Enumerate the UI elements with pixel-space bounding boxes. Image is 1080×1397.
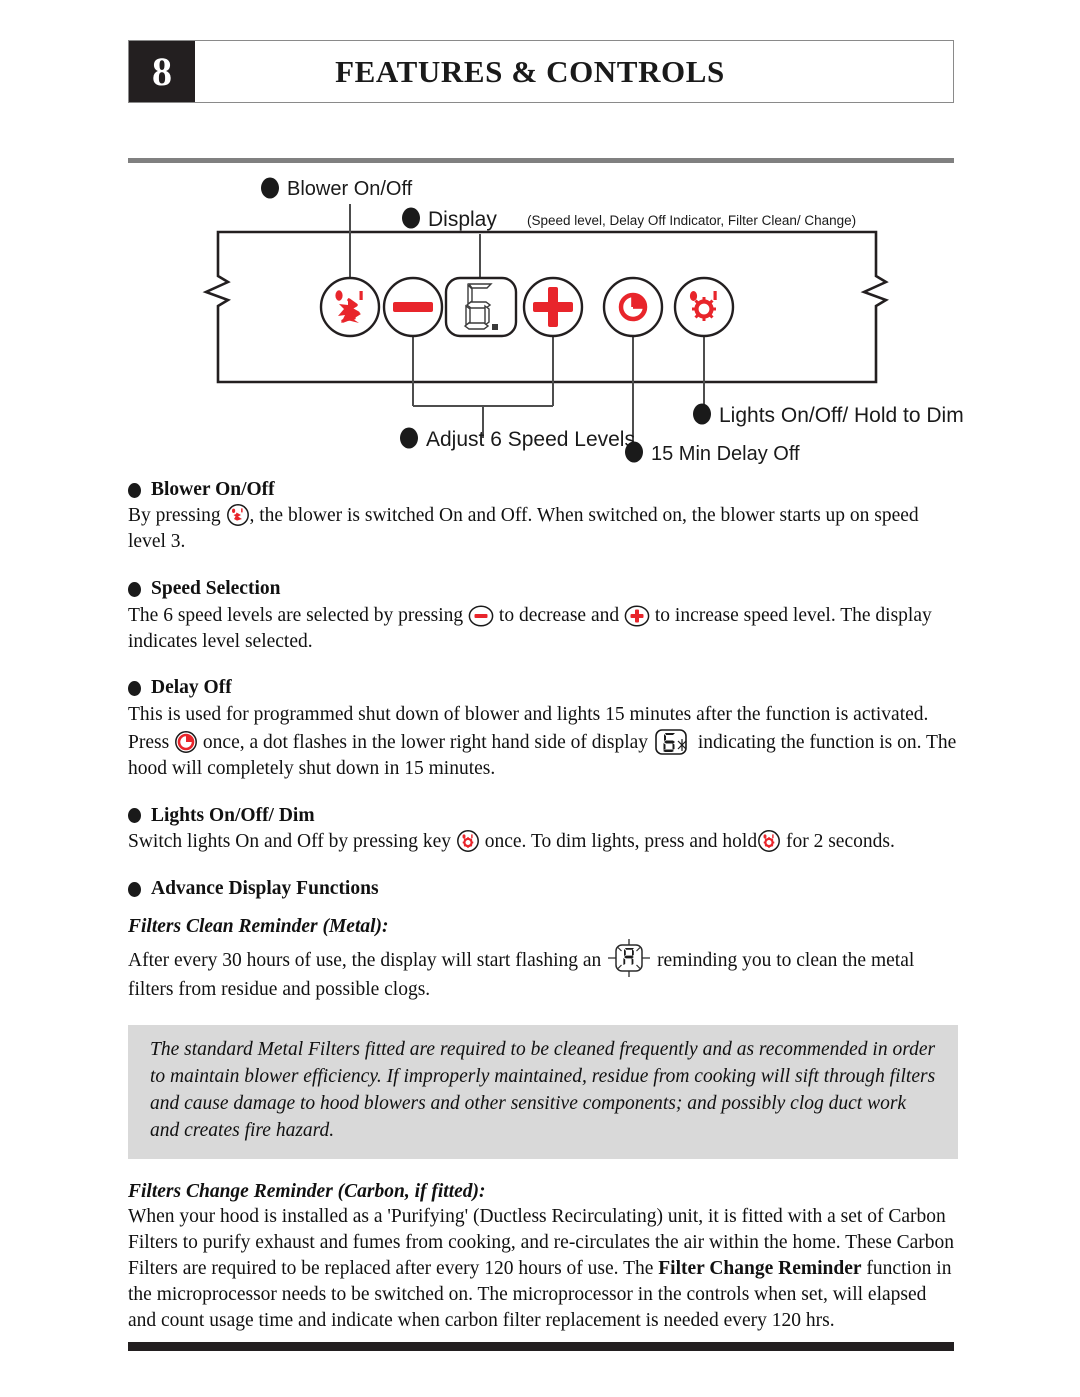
- display-dot: [492, 324, 498, 330]
- filter-clean-display-icon: [606, 939, 652, 978]
- section-heading-text: Speed Selection: [151, 578, 281, 600]
- callout-bullet-display: [402, 207, 420, 229]
- page-title: FEATURES & CONTROLS: [335, 54, 725, 89]
- bullet-icon: [128, 808, 141, 824]
- text-fragment: Switch lights On and Off by pressing key: [128, 831, 456, 853]
- section-heading-text: Advance Display Functions: [151, 877, 379, 899]
- section-heading-delay: Delay Off: [128, 676, 958, 700]
- text-fragment: for 2 seconds.: [781, 831, 895, 853]
- light-icon: [456, 829, 480, 853]
- display: [444, 276, 518, 338]
- section-body-blower: By pressing , the blower is switched On …: [128, 503, 958, 555]
- section-body-filters-change: When your hood is installed as a 'Purify…: [128, 1204, 958, 1334]
- section-heading-text: Lights On/Off/ Dim: [151, 804, 315, 826]
- blower-button[interactable]: [319, 276, 381, 338]
- text-fragment-bold: Filter Change Reminder: [658, 1257, 862, 1279]
- lights-button[interactable]: [673, 276, 735, 338]
- section-heading-advance: Advance Display Functions: [128, 877, 958, 901]
- callout-label-display: Display: [428, 208, 497, 231]
- panel-outline-right: [856, 230, 890, 384]
- callout-label-speed: Adjust 6 Speed Levels: [426, 428, 635, 451]
- text-fragment: The 6 speed levels are selected by press…: [128, 604, 469, 626]
- callout-bullet-lights: [693, 403, 711, 425]
- section-body-lights: Switch lights On and Off by pressing key…: [128, 829, 958, 855]
- text-fragment: once. To dim lights, press and hold: [479, 831, 758, 853]
- plus-button[interactable]: [522, 276, 584, 338]
- display-delay-icon: [653, 728, 693, 756]
- section-heading-lights: Lights On/Off/ Dim: [128, 804, 958, 828]
- fan-icon: [226, 503, 250, 527]
- notice-box: The standard Metal Filters fitted are re…: [128, 1025, 958, 1159]
- plus-icon: [624, 605, 650, 627]
- minus-icon: [468, 605, 494, 627]
- callout-bullet-speed: [400, 427, 418, 449]
- minus-icon: [393, 302, 433, 312]
- section-heading-text: Delay Off: [151, 677, 232, 699]
- section-body-delay: This is used for programmed shut down of…: [128, 702, 958, 782]
- callout-label-lights: Lights On/Off/ Hold to Dim: [719, 404, 964, 427]
- bullet-icon: [128, 482, 141, 498]
- clock-icon: [174, 730, 198, 754]
- section-heading-blower: Blower On/Off: [128, 478, 958, 502]
- text-fragment: once, a dot flashes in the lower right h…: [198, 731, 653, 753]
- section-body-filters-clean: After every 30 hours of use, the display…: [128, 939, 958, 1003]
- bullet-icon: [128, 881, 141, 897]
- text-fragment: By pressing: [128, 505, 226, 527]
- light-icon: [757, 829, 781, 853]
- callout-bullet-delay: [625, 441, 643, 463]
- text-fragment: After every 30 hours of use, the display…: [128, 950, 607, 972]
- section-heading-text: Blower On/Off: [151, 479, 275, 500]
- callout-label-delay: 15 Min Delay Off: [651, 443, 800, 465]
- control-panel-diagram: Blower On/Off Display (Speed level, Dela…: [128, 166, 968, 466]
- subheading-filters-clean: Filters Clean Reminder (Metal):: [128, 916, 389, 938]
- page-number: 8: [129, 41, 195, 102]
- section-heading-speed: Speed Selection: [128, 577, 958, 601]
- bottom-divider: [128, 1342, 954, 1351]
- panel-outline-left: [202, 230, 238, 384]
- minus-button[interactable]: [382, 276, 444, 338]
- delay-button[interactable]: [602, 276, 664, 338]
- top-divider: [128, 158, 954, 163]
- page-content: Blower On/Off By pressing , the blower i…: [128, 478, 958, 1333]
- bullet-icon: [128, 681, 141, 697]
- callout-label-blower: Blower On/Off: [287, 178, 413, 200]
- section-body-speed: The 6 speed levels are selected by press…: [128, 603, 958, 655]
- bullet-icon: [128, 581, 141, 597]
- subheading-filters-change: Filters Change Reminder (Carbon, if fitt…: [128, 1180, 486, 1202]
- callout-note-display: (Speed level, Delay Off Indicator, Filte…: [527, 213, 856, 228]
- callout-bullet-blower: [261, 177, 279, 199]
- page-header: 8 FEATURES & CONTROLS: [128, 40, 954, 103]
- text-fragment: to decrease and: [494, 604, 624, 626]
